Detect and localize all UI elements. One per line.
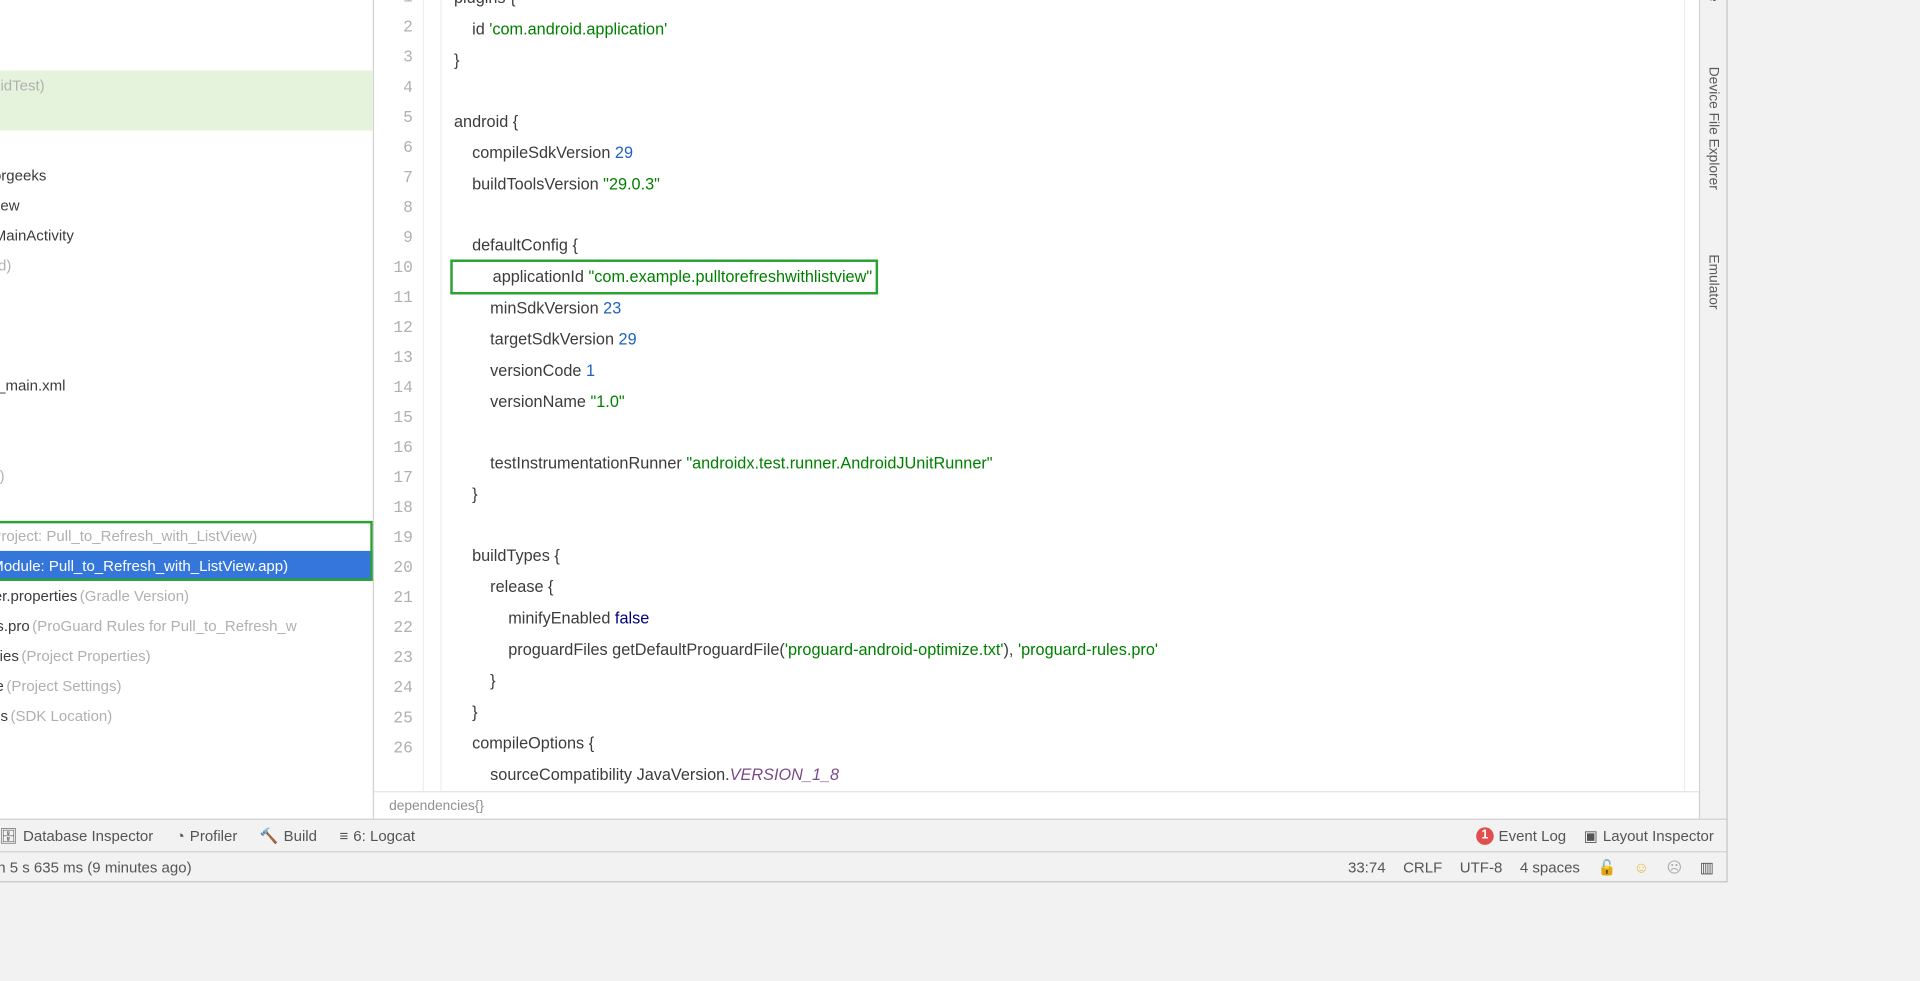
inspection-warn-icon[interactable]: ☹ [1667,858,1683,876]
tab-emulator[interactable]: Emulator [1706,247,1721,317]
event-log-button[interactable]: 1Event Log [1476,827,1566,845]
tree-java-generated[interactable]: ▶▮java(generated) [0,251,373,281]
tab-profiler[interactable]: ◔Profiler [176,827,238,845]
tree-listview[interactable]: ▼▮listview [0,191,373,221]
tree-java[interactable]: ▼▮java [0,40,373,70]
tab-gradle[interactable]: Gradle [1706,0,1721,9]
line-number-gutter[interactable]: 1234567891011121314151617181920212223242… [374,0,424,791]
memory-indicator-icon[interactable]: ▥ [1700,858,1714,876]
tree-mipmap[interactable]: ▶▮mipmap [0,401,373,431]
lock-icon[interactable]: 🔓 [1597,858,1616,876]
tree-gradle-scripts[interactable]: ▼🐘Gradle Scripts [0,491,373,521]
tab-logcat[interactable]: ≡6: Logcat [340,827,416,845]
tree-mainactivity[interactable]: ⒸMainActivity [0,221,373,251]
status-bar: ▣ Gradle build finished in 5 s 635 ms (9… [0,851,1726,881]
tree-proguard[interactable]: ▮proguard-rules.pro(ProGuard Rules for P… [0,611,373,641]
tree-res-generated[interactable]: ▮res(generated) [0,461,373,491]
tree-values[interactable]: ▶▮values [0,431,373,461]
tree-layout[interactable]: ▼▮layout [0,341,373,371]
tab-database-inspector[interactable]: 🗄Database Inspector [0,827,153,845]
tree-geeksforgeeks[interactable]: ▼▮geeksforgeeks [0,161,373,191]
editor[interactable]: 1234567891011121314151617181920212223242… [374,0,1699,791]
layout-inspector-icon: ▣ [1584,827,1598,845]
tree-activity-main[interactable]: ◧activity_main.xml [0,371,373,401]
code-breadcrumb[interactable]: dependencies{} [374,791,1699,819]
fold-gutter[interactable] [424,0,442,791]
tree-settings-gradle[interactable]: 🐘settings.gradle(Project Settings) [0,671,373,701]
indent[interactable]: 4 spaces [1520,858,1580,876]
tab-build[interactable]: 🔨Build [260,827,317,845]
build-icon: 🔨 [260,827,279,845]
editor-pane: ⒸMainActivity.java✕ 🐘build.gradle (:app)… [374,0,1699,819]
project-tree[interactable]: ▼▮app ▶▮manifests ▼▮java ▶▮com(androidTe… [0,0,373,819]
inspection-ok-icon[interactable]: ☺ [1634,858,1649,876]
right-tool-panel: Gradle Device File Explorer Emulator [1699,0,1727,819]
tree-gradle-properties[interactable]: ▤gradle.properties(Project Properties) [0,641,373,671]
database-icon: 🗄 [0,827,18,845]
overview-ruler[interactable] [1684,0,1699,791]
bottom-tool-panel: ≡TODO ▣Terminal 🗄Database Inspector ◔Pro… [0,819,1726,852]
status-message: Gradle build finished in 5 s 635 ms (9 m… [0,858,192,876]
tab-device-file-explorer[interactable]: Device File Explorer [1706,59,1721,197]
tree-app[interactable]: ▼▮app [0,0,373,10]
encoding[interactable]: UTF-8 [1460,858,1503,876]
tree-com-test[interactable]: ▶▮com(test) [0,101,373,131]
caret-position[interactable]: 33:74 [1348,858,1386,876]
layout-inspector-button[interactable]: ▣Layout Inspector [1584,827,1714,845]
tree-build-gradle-project[interactable]: 🐘build.gradle(Project: Pull_to_Refresh_w… [0,521,373,551]
tree-local-properties[interactable]: ▤local.properties(SDK Location) [0,701,373,731]
tree-gfg[interactable]: ▼▮gfg [0,131,373,161]
code-area[interactable]: plugins { id 'com.android.application' }… [442,0,1684,791]
logcat-icon: ≡ [340,827,349,845]
tree-drawable[interactable]: ▶▮drawable [0,311,373,341]
error-badge-icon: 1 [1476,827,1494,845]
tree-manifests[interactable]: ▶▮manifests [0,10,373,40]
line-ending[interactable]: CRLF [1403,858,1442,876]
tree-gradle-wrapper[interactable]: ▤gradle-wrapper.properties(Gradle Versio… [0,581,373,611]
tree-com-androidtest[interactable]: ▶▮com(androidTest) [0,70,373,100]
tree-build-gradle-module[interactable]: 🐘build.gradle(Module: Pull_to_Refresh_wi… [0,551,373,581]
project-pane: ▲ Android▼ ◎ ⇵ ✱ — ▼▮app ▶▮manifests ▼▮j… [0,0,374,819]
tree-res[interactable]: ▼▮res [0,281,373,311]
profiler-icon: ◔ [176,827,185,845]
